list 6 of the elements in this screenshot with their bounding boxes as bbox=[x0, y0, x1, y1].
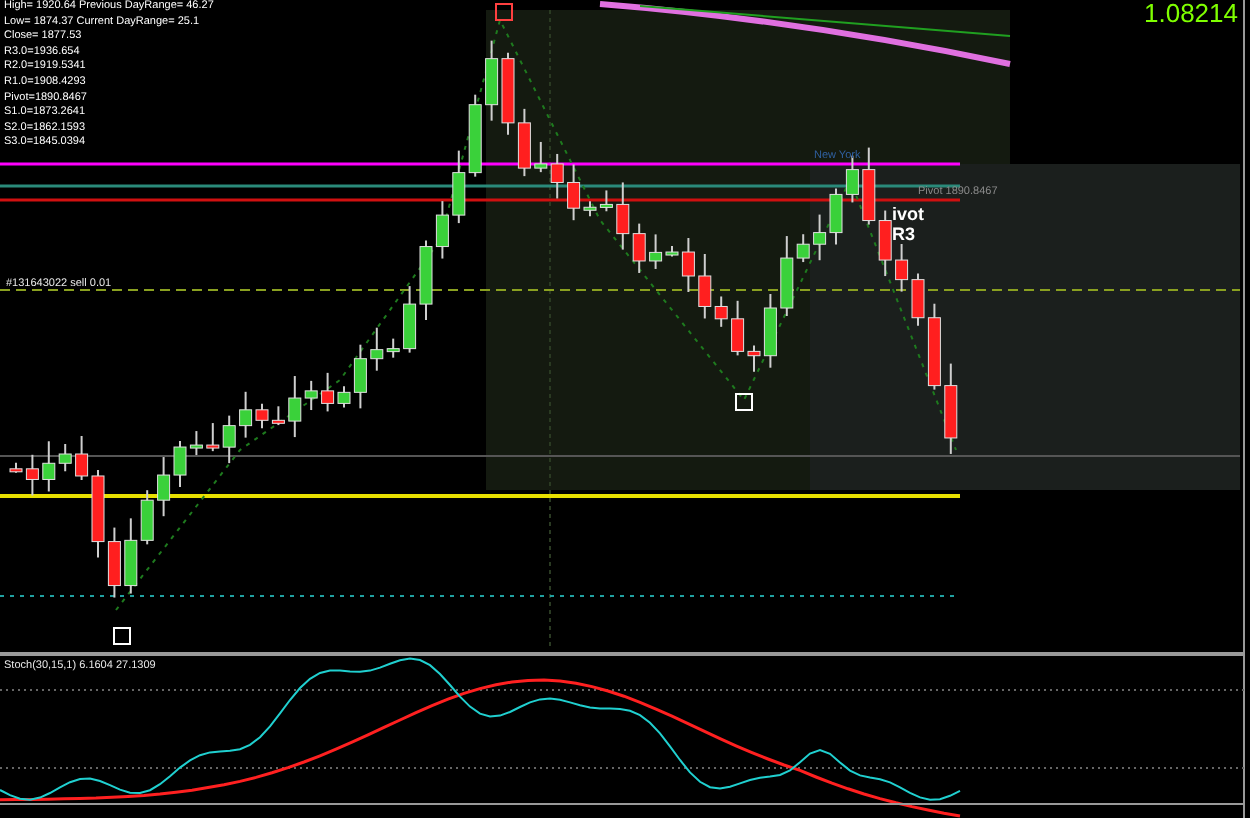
pivot-level-label: R3 bbox=[892, 224, 918, 244]
pivot-level-label: ivot bbox=[892, 204, 925, 224]
price-readout: 1.08214 bbox=[1144, 0, 1238, 28]
swing-marker bbox=[113, 627, 131, 645]
swing-marker bbox=[495, 3, 513, 21]
swing-marker bbox=[735, 393, 753, 411]
